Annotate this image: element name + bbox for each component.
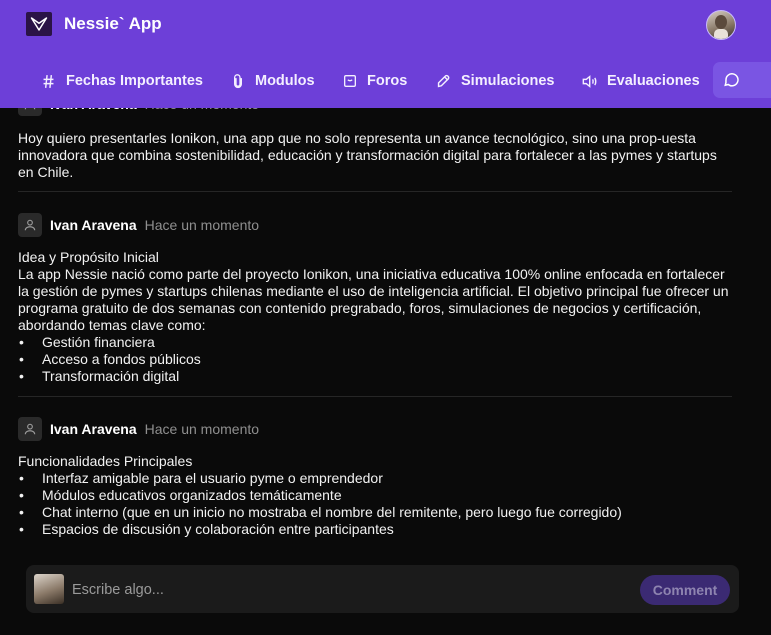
list-item: Transformación digital [18, 368, 730, 385]
nav-label: Evaluaciones [607, 73, 700, 89]
post-author-row: Ivan Aravena Hace un momento [18, 417, 259, 441]
nav-item-modulos[interactable]: Modulos [230, 62, 315, 100]
list-item: Interfaz amigable para el usuario pyme o… [18, 470, 730, 487]
post-body: Funcionalidades Principales Interfaz ami… [18, 453, 730, 538]
post-heading: Funcionalidades Principales [18, 453, 193, 469]
post-author-row: Ivan Aravena Hace un momento [18, 213, 259, 237]
nav-label: Foros [367, 73, 408, 89]
nav-item-simulaciones[interactable]: Simulaciones [435, 62, 554, 100]
app-header: Nessie` App Fechas Importantes Modulos F… [0, 0, 771, 108]
user-avatar[interactable] [706, 10, 736, 40]
nav-item-fechas[interactable]: Fechas Importantes [40, 62, 203, 100]
nav-item-chat[interactable] [713, 62, 771, 98]
speaker-icon [582, 74, 597, 88]
post-divider [18, 396, 732, 397]
post-body: Hoy quiero presentarles Ionikon, una app… [18, 130, 730, 181]
post-bullet-list: Interfaz amigable para el usuario pyme o… [18, 470, 730, 538]
list-item: Chat interno (que en un inicio no mostra… [18, 504, 730, 521]
logo-icon [30, 17, 48, 31]
nav-label: Simulaciones [461, 73, 555, 89]
paperclip-icon [234, 73, 242, 88]
post-bullet-list: Gestión financiera Acceso a fondos públi… [18, 334, 730, 385]
post-time: Hace un momento [144, 421, 260, 437]
post-paragraph: La app Nessie nació como parte del proye… [18, 266, 729, 333]
list-item: Espacios de discusión y colaboración ent… [18, 521, 730, 538]
post-time: Hace un momento [144, 217, 260, 233]
post-author[interactable]: Ivan Aravena [50, 217, 137, 233]
avatar [34, 574, 64, 604]
message-square-icon [344, 75, 356, 87]
nav-item-evaluaciones[interactable]: Evaluaciones [580, 62, 700, 100]
hash-icon [43, 74, 54, 88]
app-title: Nessie` App [64, 14, 162, 33]
user-icon [18, 213, 42, 237]
chat-icon [724, 73, 739, 87]
post-body: Idea y Propósito Inicial La app Nessie n… [18, 249, 730, 385]
list-item: Acceso a fondos públicos [18, 351, 730, 368]
comment-button[interactable]: Comment [640, 575, 730, 605]
main-nav: Fechas Importantes Modulos Foros Simulac… [0, 62, 771, 100]
nav-label: Fechas Importantes [66, 73, 203, 89]
rocket-icon [437, 74, 450, 87]
post-paragraph: Hoy quiero presentarles Ionikon, una app… [18, 130, 717, 180]
post-divider [18, 191, 732, 192]
comment-composer: Comment [26, 565, 739, 613]
post-heading: Idea y Propósito Inicial [18, 249, 159, 265]
list-item: Módulos educativos organizados temáticam… [18, 487, 730, 504]
user-icon [18, 417, 42, 441]
list-item: Gestión financiera [18, 334, 730, 351]
app-logo[interactable] [26, 12, 52, 36]
nav-item-foros[interactable]: Foros [342, 62, 407, 100]
nav-label: Modulos [255, 73, 315, 89]
comment-input[interactable] [70, 575, 634, 605]
post-author[interactable]: Ivan Aravena [50, 421, 137, 437]
